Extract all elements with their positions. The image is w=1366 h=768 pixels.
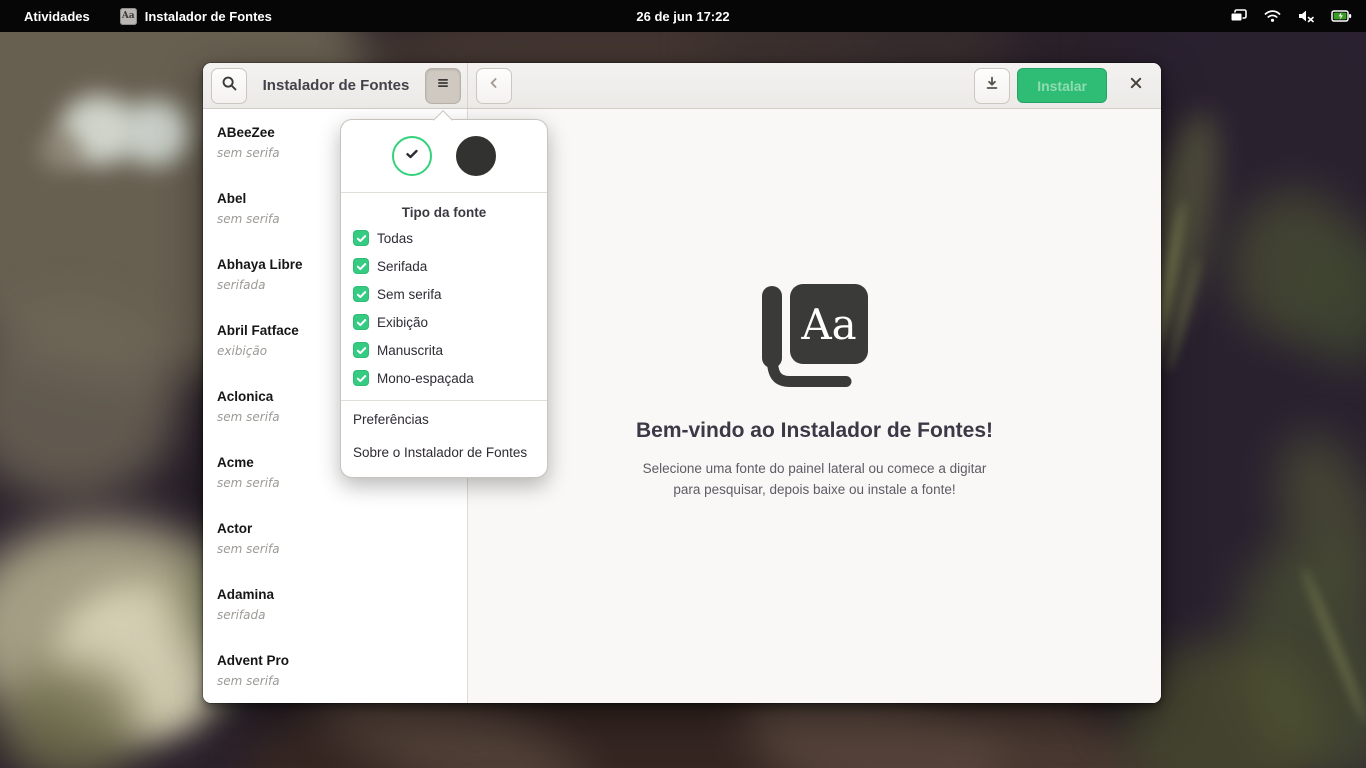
install-button[interactable]: Instalar [1017, 68, 1107, 103]
checkbox-checked-icon[interactable] [353, 370, 369, 386]
theme-selector [341, 120, 547, 190]
clock-button[interactable]: 26 de jun 17:22 [636, 0, 729, 32]
headerbar: Instalador de Fontes [203, 63, 1161, 109]
filter-sem-serifa[interactable]: Sem serifa [341, 280, 547, 308]
filter-label: Serifada [377, 259, 427, 274]
filter-label: Manuscrita [377, 343, 443, 358]
filter-mono-espacada[interactable]: Mono-espaçada [341, 364, 547, 392]
screen-mirror-icon [1230, 9, 1248, 23]
checkbox-checked-icon[interactable] [353, 314, 369, 330]
close-icon [1129, 76, 1143, 95]
gnome-top-bar: Atividades Aa Instalador de Fontes 26 de… [0, 0, 1366, 32]
filter-serifada[interactable]: Serifada [341, 252, 547, 280]
main-content: Aa Bem-vindo ao Instalador de Fontes! Se… [468, 109, 1161, 703]
primary-menu-popover: Tipo da fonte Todas Serifada Sem serifa … [340, 119, 548, 478]
theme-dark-button[interactable] [456, 136, 496, 176]
activities-button[interactable]: Atividades [0, 0, 108, 32]
font-book-icon: Aa [758, 284, 870, 393]
app-menu-button[interactable]: Aa Instalador de Fontes [108, 0, 284, 32]
close-button[interactable] [1121, 71, 1151, 101]
download-icon [984, 75, 1000, 96]
menu-item-about[interactable]: Sobre o Instalador de Fontes [341, 436, 547, 469]
svg-text:Aa: Aa [801, 300, 857, 349]
menu-item-preferences[interactable]: Preferências [341, 403, 547, 436]
font-category: sem serifa [217, 674, 453, 688]
welcome-panel: Aa Bem-vindo ao Instalador de Fontes! Se… [636, 284, 993, 500]
filter-label: Todas [377, 231, 413, 246]
app-book-icon: Aa [120, 8, 137, 25]
check-icon [404, 146, 420, 167]
font-list-item[interactable]: Actor sem serifa [203, 505, 467, 571]
window-title: Instalador de Fontes [247, 77, 425, 94]
back-button[interactable] [476, 68, 512, 104]
filter-manuscrita[interactable]: Manuscrita [341, 336, 547, 364]
checkbox-checked-icon[interactable] [353, 230, 369, 246]
checkbox-checked-icon[interactable] [353, 342, 369, 358]
font-category: serifada [217, 608, 453, 622]
font-name: Actor [217, 521, 453, 536]
checkbox-checked-icon[interactable] [353, 258, 369, 274]
welcome-title: Bem-vindo ao Instalador de Fontes! [636, 419, 993, 443]
checkbox-checked-icon[interactable] [353, 286, 369, 302]
filter-label: Mono-espaçada [377, 371, 474, 386]
welcome-subtitle-line2: para pesquisar, depois baixe ou instale … [636, 479, 993, 500]
volume-muted-icon [1297, 9, 1315, 23]
font-name: Advent Pro [217, 653, 453, 668]
filter-todas[interactable]: Todas [341, 224, 547, 252]
font-list-item[interactable]: Advent Pro sem serifa [203, 637, 467, 703]
headerbar-left-pane: Instalador de Fontes [203, 63, 468, 108]
search-icon [221, 75, 238, 97]
download-button[interactable] [974, 68, 1010, 104]
headerbar-right-pane: Instalar [468, 63, 1161, 108]
welcome-subtitle-line1: Selecione uma fonte do painel lateral ou… [636, 458, 993, 479]
wifi-icon [1264, 9, 1281, 23]
system-status-area[interactable] [1230, 0, 1366, 32]
hamburger-menu-icon [435, 75, 451, 96]
font-name: Adamina [217, 587, 453, 602]
font-category: sem serifa [217, 476, 453, 490]
app-menu-label: Instalador de Fontes [145, 9, 272, 24]
filter-label: Sem serifa [377, 287, 442, 302]
chevron-left-icon [486, 75, 502, 96]
search-button[interactable] [211, 68, 247, 104]
filter-exibicao[interactable]: Exibição [341, 308, 547, 336]
theme-light-button[interactable] [392, 136, 432, 176]
popover-separator [341, 192, 547, 193]
welcome-subtitle: Selecione uma fonte do painel lateral ou… [636, 458, 993, 500]
popover-separator [341, 400, 547, 401]
font-type-section-title: Tipo da fonte [341, 195, 547, 224]
battery-charging-icon [1331, 9, 1352, 23]
font-list-item[interactable]: Adamina serifada [203, 571, 467, 637]
filter-label: Exibição [377, 315, 428, 330]
font-category: sem serifa [217, 542, 453, 556]
primary-menu-button[interactable] [425, 68, 461, 104]
